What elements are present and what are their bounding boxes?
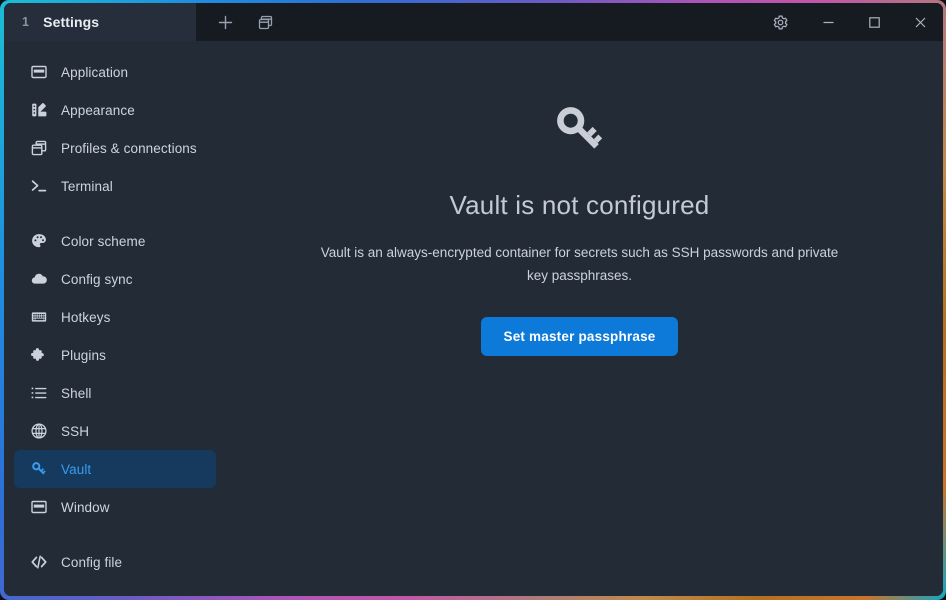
sidebar-item-config-file[interactable]: Config file: [14, 543, 216, 581]
sidebar-item-hotkeys[interactable]: Hotkeys: [14, 298, 216, 336]
list-icon: [30, 384, 48, 402]
settings-gear-button[interactable]: [755, 3, 805, 41]
sidebar-item-appearance[interactable]: Appearance: [14, 91, 216, 129]
tab-title: Settings: [43, 14, 100, 30]
window-copy-icon: [258, 15, 272, 29]
sidebar-item-label: Window: [61, 499, 110, 515]
maximize-button[interactable]: [851, 3, 897, 41]
sidebar-item-label: Color scheme: [61, 233, 146, 249]
tab-index: 1: [22, 15, 30, 29]
new-tab-button[interactable]: [208, 7, 242, 37]
minimize-icon: [823, 21, 833, 23]
sidebar-item-terminal[interactable]: Terminal: [14, 167, 216, 205]
sidebar-item-label: Terminal: [61, 178, 113, 194]
set-master-passphrase-button[interactable]: Set master passphrase: [481, 317, 678, 356]
sidebar-item-label: Shell: [61, 385, 92, 401]
window-controls: [755, 3, 943, 41]
palette-icon: [30, 232, 48, 250]
split-pane-button[interactable]: [248, 7, 282, 37]
sidebar-item-label: Application: [61, 64, 129, 80]
sidebar-item-label: Appearance: [61, 102, 135, 118]
settings-sidebar: Application Appearance Profiles & connec…: [4, 41, 216, 596]
terminal-prompt-icon: [30, 177, 48, 195]
gear-icon: [773, 15, 788, 29]
sidebar-item-config-sync[interactable]: Config sync: [14, 260, 216, 298]
sidebar-item-label: Hotkeys: [61, 309, 111, 325]
sidebar-item-label: Config file: [61, 554, 123, 570]
sidebar-item-label: Plugins: [61, 347, 106, 363]
vault-hero-key-icon: [553, 103, 607, 162]
close-button[interactable]: [897, 3, 943, 41]
vault-description: Vault is an always-encrypted container f…: [320, 245, 839, 283]
title-bar: 1 Settings: [4, 3, 943, 41]
maximize-icon: [868, 16, 880, 28]
sidebar-item-profiles-connections[interactable]: Profiles & connections: [14, 129, 216, 167]
puzzle-piece-icon: [30, 346, 48, 364]
key-icon: [30, 460, 48, 478]
sidebar-group-separator: [4, 526, 216, 543]
titlebar-spacer: [294, 3, 755, 41]
sidebar-item-label: SSH: [61, 423, 90, 439]
code-brackets-icon: [30, 553, 48, 571]
page-title: Vault is not configured: [449, 190, 710, 220]
sidebar-item-plugins[interactable]: Plugins: [14, 336, 216, 374]
tab-tools: [196, 3, 294, 41]
swatchbook-icon: [30, 101, 48, 119]
sidebar-item-application[interactable]: Application: [14, 53, 216, 91]
globe-icon: [30, 422, 48, 440]
body-area: Application Appearance Profiles & connec…: [4, 41, 943, 596]
sidebar-item-shell[interactable]: Shell: [14, 374, 216, 412]
keyboard-icon: [30, 308, 48, 326]
sidebar-item-window[interactable]: Window: [14, 488, 216, 526]
sidebar-item-ssh[interactable]: SSH: [14, 412, 216, 450]
window-frame: 1 Settings Application Appearance Profil…: [0, 0, 946, 600]
tab-settings[interactable]: 1 Settings: [4, 3, 196, 41]
cloud-icon: [30, 270, 48, 288]
tab-strip: 1 Settings: [4, 3, 196, 41]
window-icon: [30, 63, 48, 81]
sidebar-item-vault[interactable]: Vault: [14, 450, 216, 488]
window-icon: [30, 498, 48, 516]
sidebar-item-label: Profiles & connections: [61, 140, 197, 156]
copy-windows-icon: [30, 139, 48, 157]
window-inner: 1 Settings Application Appearance Profil…: [4, 3, 943, 596]
plus-icon: [218, 15, 232, 29]
minimize-button[interactable]: [805, 3, 851, 41]
close-icon: [915, 17, 925, 27]
sidebar-item-label: Vault: [61, 461, 92, 477]
sidebar-item-color-scheme[interactable]: Color scheme: [14, 222, 216, 260]
sidebar-item-label: Config sync: [61, 271, 133, 287]
sidebar-group-separator: [4, 205, 216, 222]
vault-settings-panel: Vault is not configured Vault is an alwa…: [216, 41, 943, 596]
